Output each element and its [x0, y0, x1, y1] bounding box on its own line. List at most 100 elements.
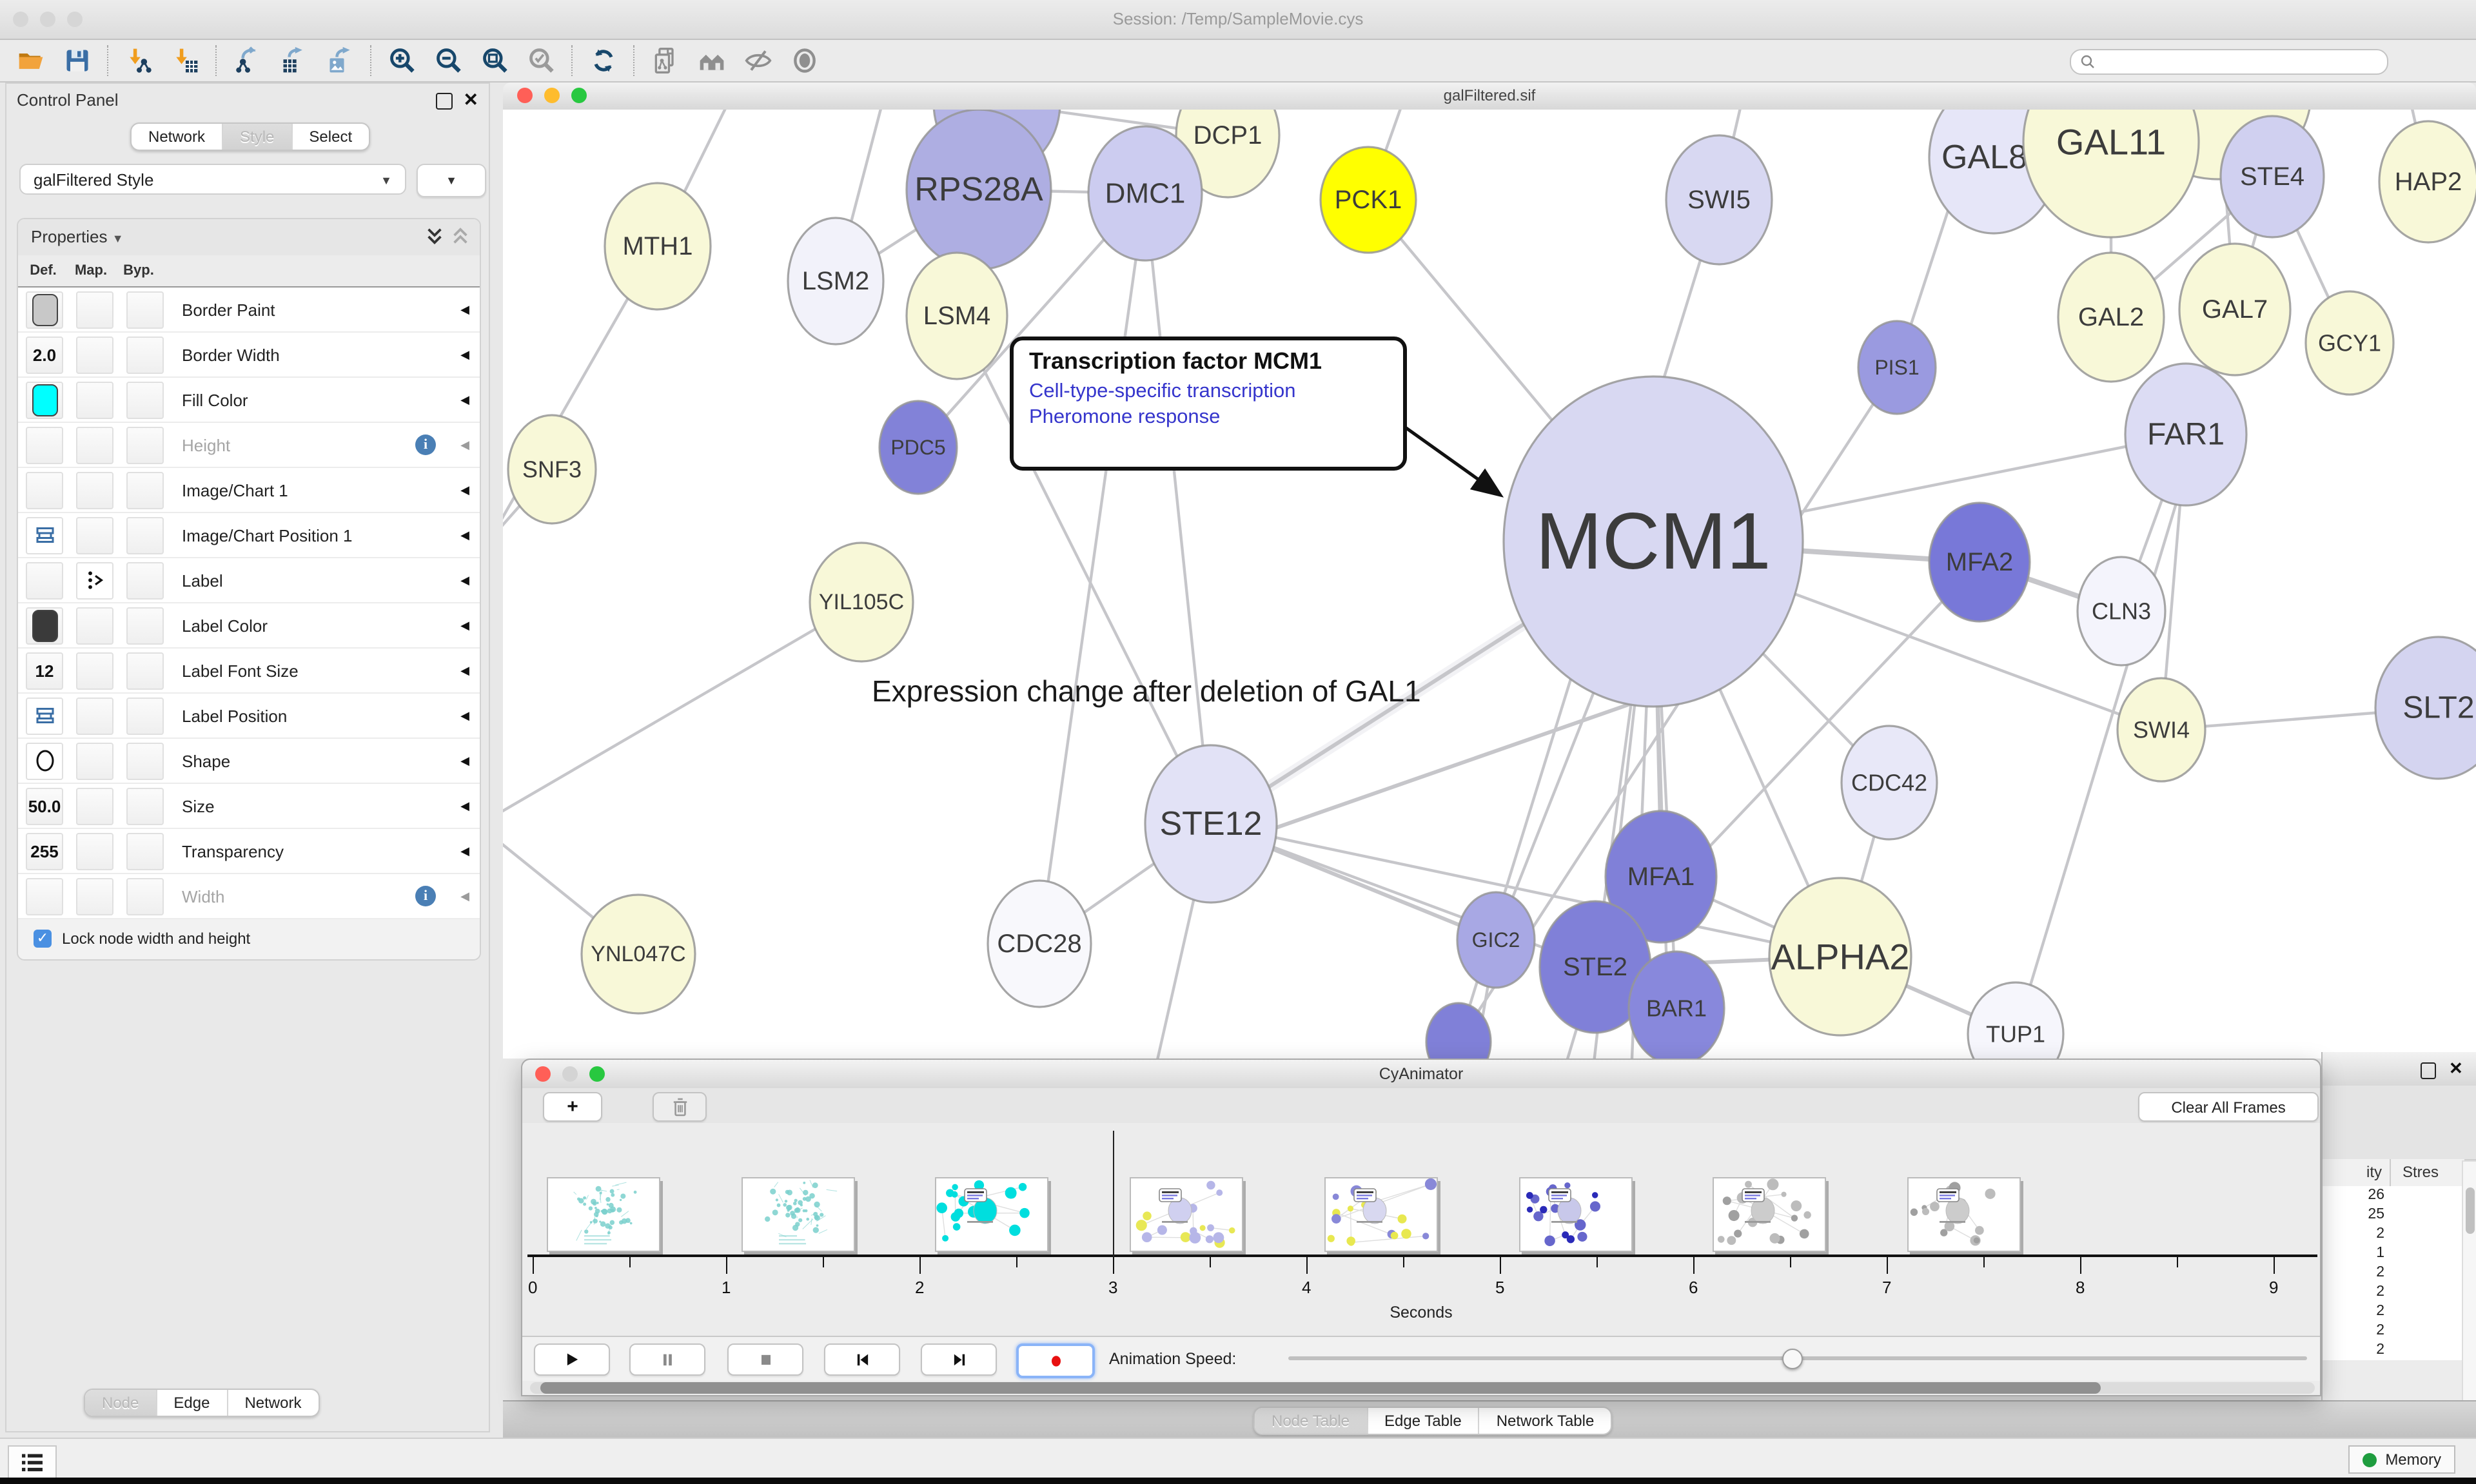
network-node-rps28a[interactable]: RPS28A [907, 110, 1051, 269]
task-history-button[interactable] [8, 1445, 57, 1479]
open-button[interactable] [8, 43, 54, 79]
def-value-cell[interactable] [26, 381, 63, 418]
slider-thumb[interactable] [1782, 1349, 1803, 1369]
timeline-frame-7[interactable] [1907, 1177, 2021, 1252]
network-node-gal2[interactable]: GAL2 [2058, 253, 2164, 382]
map-value-cell[interactable] [76, 607, 113, 644]
search-input[interactable] [2096, 53, 2359, 71]
maximize-traffic-light[interactable] [571, 88, 587, 103]
style-target-tab-edge[interactable]: Edge [155, 1390, 226, 1416]
byp-value-cell[interactable] [126, 787, 164, 825]
refresh-button[interactable] [580, 43, 627, 79]
style-options-button[interactable]: ▼ [417, 164, 486, 197]
style-target-tab-node[interactable]: Node [85, 1390, 155, 1416]
scrollbar-thumb[interactable] [2465, 1187, 2474, 1234]
pause-button[interactable] [629, 1343, 705, 1376]
timeline-horizontal-scrollbar[interactable] [530, 1382, 2315, 1394]
zoom-out-button[interactable] [426, 43, 472, 79]
style-target-tab-network[interactable]: Network [226, 1390, 318, 1416]
scrollbar-thumb[interactable] [540, 1382, 2101, 1394]
network-node-swi5[interactable]: SWI5 [1666, 135, 1772, 264]
network-node-snf3[interactable]: SNF3 [508, 415, 596, 523]
timeline-frame-1[interactable] [741, 1177, 854, 1252]
network-node-hap2[interactable]: HAP2 [2379, 121, 2476, 242]
network-node-cdc42[interactable]: CDC42 [1842, 726, 1937, 839]
map-value-cell[interactable] [76, 787, 113, 825]
maximize-traffic-light[interactable] [589, 1066, 605, 1082]
network-node-mcm1[interactable]: MCM1 [1504, 376, 1803, 707]
network-node-nbot[interactable] [1426, 1003, 1491, 1059]
network-node-mfa2[interactable]: MFA2 [1929, 503, 2030, 621]
timeline-frame-0[interactable] [547, 1177, 660, 1252]
zoom-selected-button[interactable] [518, 43, 565, 79]
expand-row-icon[interactable]: ◀ [446, 302, 480, 317]
network-node-pis1[interactable]: PIS1 [1858, 321, 1936, 414]
annotation-link[interactable]: Cell-type-specific transcription [1029, 379, 1388, 405]
panel-tab-node-table[interactable]: Node Table [1255, 1408, 1366, 1434]
expand-all-icon[interactable] [426, 227, 444, 246]
column-header-stress[interactable]: Stres [2402, 1163, 2439, 1181]
byp-value-cell[interactable] [126, 877, 164, 915]
zoom-fit-button[interactable] [472, 43, 518, 79]
map-value-cell[interactable] [76, 381, 113, 418]
network-node-dmc1[interactable]: DMC1 [1088, 126, 1202, 260]
def-value-cell[interactable] [26, 426, 63, 464]
map-value-cell[interactable] [76, 561, 113, 599]
cyanimator-timeline[interactable]: 0123456789 Seconds [522, 1123, 2320, 1336]
map-value-cell[interactable] [76, 336, 113, 373]
delete-frame-button[interactable] [653, 1092, 707, 1122]
network-node-cdc28[interactable]: CDC28 [988, 881, 1091, 1007]
network-node-bar1[interactable]: BAR1 [1629, 952, 1724, 1059]
byp-value-cell[interactable] [126, 652, 164, 689]
clear-all-frames-button[interactable]: Clear All Frames [2138, 1092, 2319, 1122]
network-node-lsm2[interactable]: LSM2 [788, 218, 883, 344]
annotation-text[interactable]: Expression change after deletion of GAL1 [872, 674, 1421, 709]
expand-row-icon[interactable]: ◀ [446, 483, 480, 497]
panel-tab-network-table[interactable]: Network Table [1479, 1408, 1611, 1434]
minimize-traffic-light[interactable] [40, 12, 55, 27]
duplicate-button[interactable] [642, 43, 689, 79]
export-image-button[interactable] [317, 43, 364, 79]
show-all-button[interactable] [781, 43, 828, 79]
maximize-traffic-light[interactable] [67, 12, 83, 27]
network-node-pck1[interactable]: PCK1 [1321, 147, 1416, 253]
record-button[interactable] [1016, 1343, 1095, 1378]
byp-value-cell[interactable] [126, 516, 164, 554]
network-node-yil105c[interactable]: YIL105C [810, 543, 913, 661]
expand-row-icon[interactable]: ◀ [446, 844, 480, 858]
close-traffic-light[interactable] [517, 88, 533, 103]
search-network-button[interactable] [689, 43, 735, 79]
byp-value-cell[interactable] [126, 832, 164, 870]
network-canvas[interactable]: DCP1RPS28ADMC1PCK1SWI5GAL80GAL11STE4HAP2… [503, 110, 2476, 1059]
table-cell-value[interactable]: 2 [2323, 1322, 2464, 1341]
network-node-far1[interactable]: FAR1 [2125, 364, 2246, 505]
expand-row-icon[interactable]: ◀ [446, 528, 480, 542]
timeline-frame-4[interactable] [1324, 1177, 1438, 1252]
def-value-cell[interactable] [26, 291, 63, 328]
network-node-tup1[interactable]: TUP1 [1968, 982, 2063, 1059]
expand-row-icon[interactable]: ◀ [446, 573, 480, 587]
byp-value-cell[interactable] [126, 607, 164, 644]
export-table-button[interactable] [271, 43, 317, 79]
float-panel-icon[interactable] [2421, 1062, 2436, 1079]
table-cell-value[interactable]: 2 [2323, 1264, 2464, 1283]
import-table-button[interactable] [162, 43, 209, 79]
network-edge[interactable] [503, 602, 861, 884]
expand-row-icon[interactable]: ◀ [446, 754, 480, 768]
expand-row-icon[interactable]: ◀ [446, 347, 480, 362]
def-value-cell[interactable] [26, 516, 63, 554]
map-value-cell[interactable] [76, 291, 113, 328]
network-edge[interactable] [1039, 193, 1145, 944]
timeline-frame-3[interactable] [1130, 1177, 1243, 1252]
network-node-gcy1[interactable]: GCY1 [2306, 291, 2393, 395]
collapse-all-icon[interactable] [451, 227, 469, 246]
byp-value-cell[interactable] [126, 381, 164, 418]
network-node-ste12[interactable]: STE12 [1145, 745, 1277, 903]
tab-style[interactable]: Style [222, 124, 291, 150]
expand-row-icon[interactable]: ◀ [446, 393, 480, 407]
map-value-cell[interactable] [76, 426, 113, 464]
close-traffic-light[interactable] [13, 12, 28, 27]
tab-network[interactable]: Network [132, 124, 222, 150]
import-network-button[interactable] [116, 43, 162, 79]
table-cell-value[interactable]: 2 [2323, 1283, 2464, 1302]
